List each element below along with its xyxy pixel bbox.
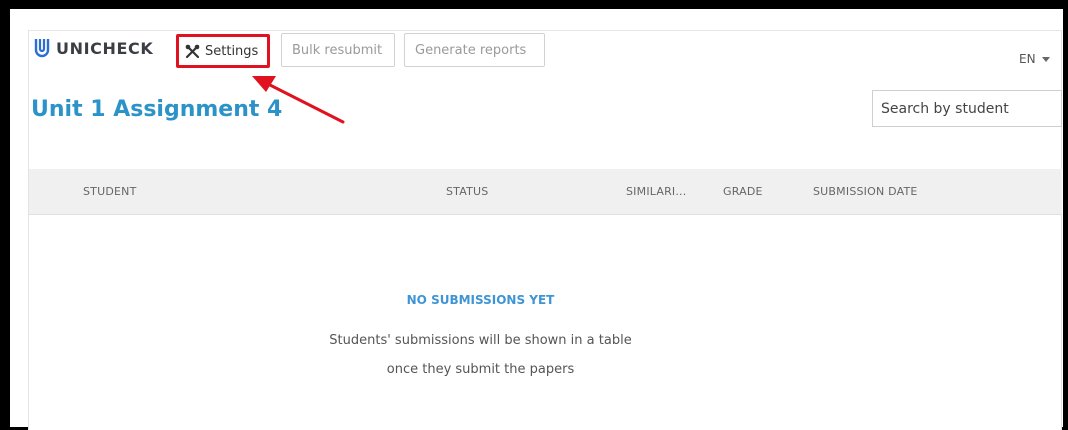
language-selector[interactable]: EN xyxy=(1019,52,1050,66)
unicheck-logo[interactable]: UNICHECK xyxy=(34,37,153,59)
column-header-student[interactable]: STUDENT xyxy=(83,185,137,198)
tools-icon xyxy=(185,44,200,58)
settings-button[interactable]: Settings xyxy=(176,34,270,68)
bulk-resubmit-label: Bulk resubmit xyxy=(292,42,383,58)
language-selected: EN xyxy=(1019,52,1036,66)
brand-name: UNICHECK xyxy=(56,38,154,58)
screenshot-frame-top xyxy=(0,0,1068,9)
generate-reports-label: Generate reports xyxy=(415,42,527,58)
column-header-status[interactable]: STATUS xyxy=(446,185,488,198)
generate-reports-button[interactable]: Generate reports xyxy=(404,33,545,67)
column-header-submission-date[interactable]: SUBMISSION DATE xyxy=(813,185,918,198)
empty-state-message-line2: once they submit the papers xyxy=(386,362,575,377)
search-input[interactable] xyxy=(872,90,1062,127)
column-header-similarity[interactable]: SIMILARI... xyxy=(626,185,686,198)
screenshot-frame-right xyxy=(1063,0,1068,430)
bulk-resubmit-button[interactable]: Bulk resubmit xyxy=(281,33,395,67)
page-title: Unit 1 Assignment 4 xyxy=(31,97,283,122)
settings-button-label: Settings xyxy=(205,43,259,59)
empty-state-message-line1: Students' submissions will be shown in a… xyxy=(329,333,632,348)
unicheck-logo-icon xyxy=(34,39,50,58)
chevron-down-icon xyxy=(1041,57,1050,62)
assignment-page: UNICHECK Settings Bulk resubmit Generate… xyxy=(28,30,1062,430)
column-header-grade[interactable]: GRADE xyxy=(723,185,763,198)
empty-state-title: NO SUBMISSIONS YET xyxy=(406,293,555,307)
screenshot-frame-left xyxy=(0,0,10,430)
table-header: STUDENT STATUS SIMILARI... GRADE SUBMISS… xyxy=(29,169,1062,215)
